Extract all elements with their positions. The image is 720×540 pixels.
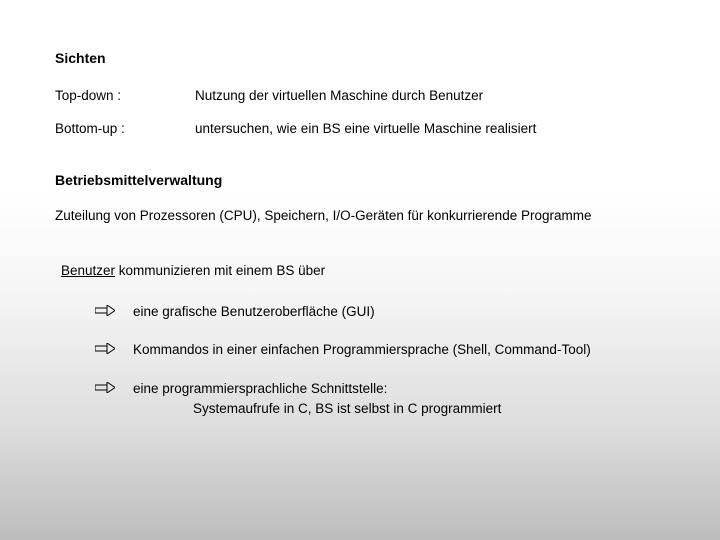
list-item: eine programmiersprachliche Schnittstell… — [95, 379, 670, 420]
bullet-list: eine grafische Benutzeroberfläche (GUI) … — [95, 302, 670, 419]
arrow-icon — [95, 381, 115, 396]
row-value: Nutzung der virtuellen Maschine durch Be… — [195, 88, 670, 103]
bullet3-line2: Systemaufrufe in C, BS ist selbst in C p… — [133, 399, 501, 419]
row-value: untersuchen, wie ein BS eine virtuelle M… — [195, 121, 670, 136]
section1-heading: Sichten — [55, 50, 670, 66]
bullet3-line1: eine programmiersprachliche Schnittstell… — [133, 381, 387, 396]
bullet-text: eine grafische Benutzeroberfläche (GUI) — [133, 302, 670, 322]
slide-content: Sichten Top-down : Nutzung der virtuelle… — [0, 0, 720, 419]
row-label: Top-down : — [55, 88, 195, 103]
bullet-text: eine programmiersprachliche Schnittstell… — [133, 379, 670, 420]
arrow-icon — [95, 342, 115, 357]
list-item: Kommandos in einer einfachen Programmier… — [95, 340, 670, 360]
section3-heading-rest: kommunizieren mit einem BS über — [115, 263, 325, 278]
list-item: eine grafische Benutzeroberfläche (GUI) — [95, 302, 670, 322]
row-label: Bottom-up : — [55, 121, 195, 136]
section2-text: Zuteilung von Prozessoren (CPU), Speiche… — [55, 208, 670, 223]
arrow-icon — [95, 304, 115, 319]
section2-heading: Betriebsmittelverwaltung — [55, 172, 670, 188]
bullet-text: Kommandos in einer einfachen Programmier… — [133, 340, 670, 360]
row-bottom-up: Bottom-up : untersuchen, wie ein BS eine… — [55, 121, 670, 136]
section3-heading-underlined: Benutzer — [61, 263, 115, 278]
section3-heading: Benutzer kommunizieren mit einem BS über — [61, 263, 670, 278]
row-top-down: Top-down : Nutzung der virtuellen Maschi… — [55, 88, 670, 103]
